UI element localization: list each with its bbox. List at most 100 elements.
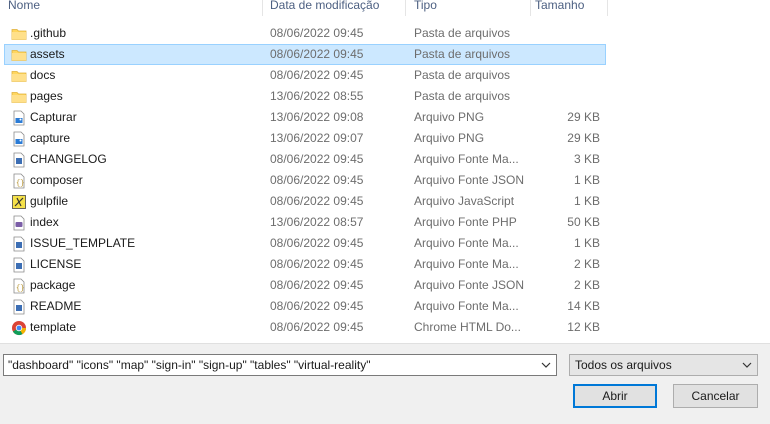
folder-icon bbox=[11, 68, 27, 83]
file-type: Arquivo JavaScript bbox=[414, 194, 515, 208]
column-header-size[interactable]: Tamanho bbox=[535, 0, 584, 16]
png-file-icon bbox=[11, 110, 25, 126]
file-name: README bbox=[30, 299, 82, 313]
file-date: 08/06/2022 09:45 bbox=[270, 236, 364, 250]
column-divider[interactable] bbox=[405, 0, 406, 16]
file-name: capture bbox=[30, 131, 71, 145]
file-type-filter-value: Todos os arquivos bbox=[575, 358, 672, 372]
file-date: 13/06/2022 08:57 bbox=[270, 215, 364, 229]
chevron-down-icon[interactable] bbox=[741, 359, 753, 371]
file-row[interactable]: docs 08/06/2022 09:45 Pasta de arquivos bbox=[4, 65, 606, 86]
file-date: 08/06/2022 09:45 bbox=[270, 194, 364, 208]
file-size: 29 KB bbox=[567, 131, 600, 145]
file-date: 08/06/2022 09:45 bbox=[270, 299, 364, 313]
dialog-footer: "dashboard" "icons" "map" "sign-in" "sig… bbox=[0, 343, 770, 424]
file-list: .github 08/06/2022 09:45 Pasta de arquivos… bbox=[4, 23, 606, 338]
file-type: Arquivo Fonte Ma... bbox=[414, 236, 519, 250]
open-button[interactable]: Abrir bbox=[573, 384, 657, 408]
svg-text:{}: {} bbox=[16, 180, 24, 188]
file-size: 14 KB bbox=[567, 299, 600, 313]
file-name: Capturar bbox=[30, 110, 77, 124]
file-date: 08/06/2022 09:45 bbox=[270, 152, 364, 166]
column-header-name[interactable]: Nome bbox=[8, 0, 40, 16]
file-row[interactable]: index 13/06/2022 08:57 Arquivo Fonte PHP 50… bbox=[4, 212, 606, 233]
folder-icon bbox=[11, 89, 27, 104]
file-date: 08/06/2022 09:45 bbox=[270, 278, 364, 292]
file-type: Arquivo Fonte JSON bbox=[414, 173, 525, 187]
file-size: 1 KB bbox=[573, 236, 600, 250]
javascript-file-icon bbox=[11, 194, 26, 209]
file-type: Arquivo Fonte PHP bbox=[414, 215, 517, 229]
file-type: Arquivo Fonte Ma... bbox=[414, 152, 519, 166]
file-row[interactable]: capture 13/06/2022 09:07 Arquivo PNG 29 KB bbox=[4, 128, 606, 149]
markdown-file-icon bbox=[11, 152, 25, 168]
png-file-icon bbox=[11, 131, 25, 147]
file-name: gulpfile bbox=[30, 194, 69, 208]
file-size: 1 KB bbox=[573, 173, 600, 187]
file-type: Arquivo PNG bbox=[414, 131, 485, 145]
cancel-button[interactable]: Cancelar bbox=[673, 384, 758, 408]
folder-icon bbox=[11, 47, 27, 62]
file-row[interactable]: template 08/06/2022 09:45 Chrome HTML Do..… bbox=[4, 317, 606, 338]
column-divider[interactable] bbox=[607, 0, 608, 16]
file-row[interactable]: .github 08/06/2022 09:45 Pasta de arquivos bbox=[4, 23, 606, 44]
column-header-type[interactable]: Tipo bbox=[414, 0, 437, 16]
file-size: 12 KB bbox=[567, 320, 600, 334]
file-name: index bbox=[30, 215, 59, 229]
column-divider[interactable] bbox=[262, 0, 263, 16]
file-name: LICENSE bbox=[30, 257, 82, 271]
file-row[interactable]: pages 13/06/2022 08:55 Pasta de arquivos bbox=[4, 86, 606, 107]
file-row[interactable]: LICENSE 08/06/2022 09:45 Arquivo Fonte Ma.… bbox=[4, 254, 606, 275]
file-name: ISSUE_TEMPLATE bbox=[30, 236, 136, 250]
file-size: 50 KB bbox=[567, 215, 600, 229]
file-type: Arquivo Fonte JSON bbox=[414, 278, 525, 292]
markdown-file-icon bbox=[11, 299, 25, 315]
file-type-filter[interactable]: Todos os arquivos bbox=[569, 354, 758, 376]
file-size: 3 KB bbox=[573, 152, 600, 166]
file-row[interactable]: {} package 08/06/2022 09:45 Arquivo Fonte J… bbox=[4, 275, 606, 296]
file-type: Pasta de arquivos bbox=[414, 89, 511, 103]
file-date: 08/06/2022 09:45 bbox=[270, 47, 364, 61]
file-type: Pasta de arquivos bbox=[414, 47, 511, 61]
file-row[interactable]: gulpfile 08/06/2022 09:45 Arquivo JavaScri… bbox=[4, 191, 606, 212]
file-row[interactable]: assets 08/06/2022 09:45 Pasta de arquivos bbox=[4, 44, 606, 65]
file-name-combobox[interactable]: "dashboard" "icons" "map" "sign-in" "sig… bbox=[3, 354, 557, 376]
json-file-icon: {} bbox=[11, 173, 25, 189]
file-type: Chrome HTML Do... bbox=[414, 320, 521, 334]
file-name: .github bbox=[30, 26, 67, 40]
file-date: 08/06/2022 09:45 bbox=[270, 320, 364, 334]
file-type: Pasta de arquivos bbox=[414, 68, 511, 82]
file-row[interactable]: ISSUE_TEMPLATE 08/06/2022 09:45 Arquivo Fo… bbox=[4, 233, 606, 254]
php-file-icon bbox=[11, 215, 25, 231]
file-row[interactable]: Capturar 13/06/2022 09:08 Arquivo PNG 29 KB bbox=[4, 107, 606, 128]
column-header-date[interactable]: Data de modificação bbox=[270, 0, 379, 16]
file-size: 29 KB bbox=[567, 110, 600, 124]
file-row[interactable]: README 08/06/2022 09:45 Arquivo Fonte Ma..… bbox=[4, 296, 606, 317]
file-name: pages bbox=[30, 89, 63, 103]
file-type: Arquivo Fonte Ma... bbox=[414, 257, 519, 271]
markdown-file-icon bbox=[11, 257, 25, 273]
file-date: 08/06/2022 09:45 bbox=[270, 257, 364, 271]
file-row[interactable]: {} composer 08/06/2022 09:45 Arquivo Fonte … bbox=[4, 170, 606, 191]
chrome-html-file-icon bbox=[11, 320, 27, 336]
file-date: 13/06/2022 09:08 bbox=[270, 110, 364, 124]
chevron-down-icon[interactable] bbox=[540, 359, 552, 371]
file-name: docs bbox=[30, 68, 56, 82]
file-row[interactable]: CHANGELOG 08/06/2022 09:45 Arquivo Fonte M… bbox=[4, 149, 606, 170]
json-file-icon: {} bbox=[11, 278, 25, 294]
file-name: package bbox=[30, 278, 76, 292]
file-type: Arquivo PNG bbox=[414, 110, 485, 124]
file-size: 1 KB bbox=[573, 194, 600, 208]
file-name: assets bbox=[30, 47, 65, 61]
svg-text:{}: {} bbox=[16, 285, 24, 293]
column-divider[interactable] bbox=[530, 0, 531, 16]
file-name: CHANGELOG bbox=[30, 152, 107, 166]
column-header: Nome Data de modificação Tipo Tamanho bbox=[0, 0, 610, 16]
file-type: Arquivo Fonte Ma... bbox=[414, 299, 519, 313]
file-name-input[interactable]: "dashboard" "icons" "map" "sign-in" "sig… bbox=[8, 358, 370, 372]
markdown-file-icon bbox=[11, 236, 25, 252]
file-date: 08/06/2022 09:45 bbox=[270, 68, 364, 82]
file-size: 2 KB bbox=[573, 257, 600, 271]
file-date: 13/06/2022 09:07 bbox=[270, 131, 364, 145]
file-date: 08/06/2022 09:45 bbox=[270, 26, 364, 40]
